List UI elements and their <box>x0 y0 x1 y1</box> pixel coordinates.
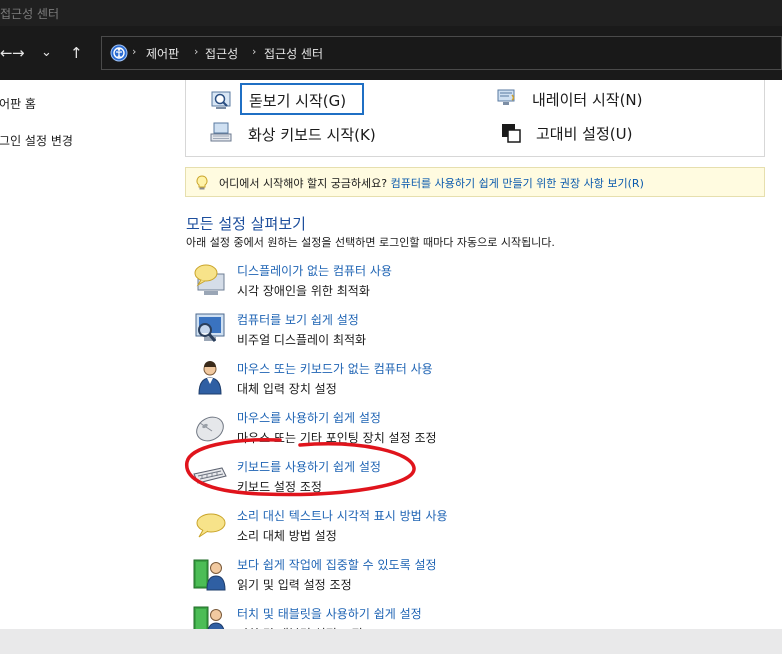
breadcrumb-separator: › <box>132 45 137 58</box>
magnifier-display-icon <box>195 313 225 342</box>
mouse-icon <box>196 416 224 442</box>
recommendations-link[interactable]: 컴퓨터를 사용하기 쉽게 만들기 위한 권장 사항 보기(R) <box>391 177 644 190</box>
tip-text: 어디에서 시작해야 할지 궁금하세요? <box>219 177 388 190</box>
list-item: 마우스를 사용하기 쉽게 설정 마우스 또는 기타 포인팅 장치 설정 조정 <box>192 409 752 453</box>
setting-description: 비주얼 디스플레이 최적화 <box>237 333 367 347</box>
setting-link-easy-to-see[interactable]: 컴퓨터를 보기 쉽게 설정 <box>237 311 359 328</box>
up-button[interactable]: ↑ <box>70 44 83 62</box>
setting-description: 시각 장애인을 위한 최적화 <box>237 284 370 298</box>
setting-link-focus[interactable]: 보다 쉽게 작업에 집중할 수 있도록 설정 <box>237 556 437 573</box>
navigation-bar: ← → ⌄ ↑ › 제어판 › 접근성 › 접근성 센터 <box>0 26 782 80</box>
person-icon <box>198 361 222 395</box>
change-login-settings-link[interactable]: 로그인 설정 변경 <box>0 132 73 149</box>
breadcrumb-accessibility[interactable]: 접근성 <box>205 45 238 62</box>
list-item: 디스플레이가 없는 컴퓨터 사용 시각 장애인을 위한 최적화 <box>192 262 752 306</box>
list-item: 소리 대신 텍스트나 시각적 표시 방법 사용 소리 대체 방법 설정 <box>192 507 752 551</box>
recent-locations-chevron-down-icon[interactable]: ⌄ <box>41 44 52 62</box>
list-item: 컴퓨터를 보기 쉽게 설정 비주얼 디스플레이 최적화 <box>192 311 752 355</box>
setting-link-no-mouse-keyboard[interactable]: 마우스 또는 키보드가 없는 컴퓨터 사용 <box>237 360 433 377</box>
no-display-icon <box>194 264 225 295</box>
speech-bubble-icon <box>196 513 226 538</box>
onscreen-keyboard-icon <box>210 122 232 142</box>
breadcrumb-control-panel[interactable]: 제어판 <box>146 45 179 62</box>
breadcrumb-separator: › <box>252 45 257 58</box>
forward-button[interactable]: → <box>12 44 25 62</box>
setting-link-keyboard[interactable]: 키보드를 사용하기 쉽게 설정 <box>237 458 381 475</box>
lightbulb-icon <box>196 175 208 190</box>
ease-of-access-icon <box>110 44 128 62</box>
onscreen-keyboard-start-button[interactable]: 화상 키보드 시작(K) <box>248 124 376 145</box>
control-panel-home-link[interactable]: 제어판 홈 <box>0 95 36 112</box>
setting-description: 소리 대체 방법 설정 <box>237 529 337 543</box>
high-contrast-icon <box>502 124 521 143</box>
magnifier-icon <box>211 91 231 109</box>
keyboard-icon <box>193 467 227 484</box>
title-bar: 접근성 센터 <box>0 0 782 26</box>
list-item: 마우스 또는 키보드가 없는 컴퓨터 사용 대체 입력 장치 설정 <box>192 360 752 404</box>
address-bar[interactable]: › 제어판 › 접근성 › 접근성 센터 <box>101 36 782 70</box>
setting-link-mouse[interactable]: 마우스를 사용하기 쉽게 설정 <box>237 409 381 426</box>
list-item: 키보드를 사용하기 쉽게 설정 키보드 설정 조정 <box>192 458 752 502</box>
left-pane: 제어판 홈 로그인 설정 변경 <box>0 80 185 630</box>
narrator-icon <box>497 89 515 105</box>
setting-description: 마우스 또는 기타 포인팅 장치 설정 조정 <box>237 431 437 445</box>
section-title: 모든 설정 살펴보기 <box>186 215 306 233</box>
tip-bar: 어디에서 시작해야 할지 궁금하세요? 컴퓨터를 사용하기 쉽게 만들기 위한 … <box>185 167 765 197</box>
setting-link-text-alternatives[interactable]: 소리 대신 텍스트나 시각적 표시 방법 사용 <box>237 507 448 524</box>
setting-description: 키보드 설정 조정 <box>237 480 322 494</box>
section-description: 아래 설정 중에서 원하는 설정을 선택하면 로그인할 때마다 자동으로 시작됩… <box>186 236 555 249</box>
person-book-icon <box>193 559 226 591</box>
magnifier-start-label: 돋보기 시작(G) <box>249 92 347 110</box>
breadcrumb-separator: › <box>194 45 199 58</box>
setting-link-touch-tablet[interactable]: 터치 및 태블릿을 사용하기 쉽게 설정 <box>237 605 422 622</box>
desktop-edge <box>0 629 782 654</box>
breadcrumb-accessibility-center[interactable]: 접근성 센터 <box>264 45 323 62</box>
window-title: 접근성 센터 <box>0 7 60 21</box>
list-item: 보다 쉽게 작업에 집중할 수 있도록 설정 읽기 및 입력 설정 조정 <box>192 556 752 600</box>
back-button[interactable]: ← <box>0 44 13 62</box>
setting-link-no-display[interactable]: 디스플레이가 없는 컴퓨터 사용 <box>237 262 392 279</box>
narrator-start-button[interactable]: 내레이터 시작(N) <box>532 89 643 110</box>
high-contrast-settings-button[interactable]: 고대비 설정(U) <box>536 123 632 144</box>
setting-description: 읽기 및 입력 설정 조정 <box>237 578 352 592</box>
setting-description: 대체 입력 장치 설정 <box>237 382 337 396</box>
